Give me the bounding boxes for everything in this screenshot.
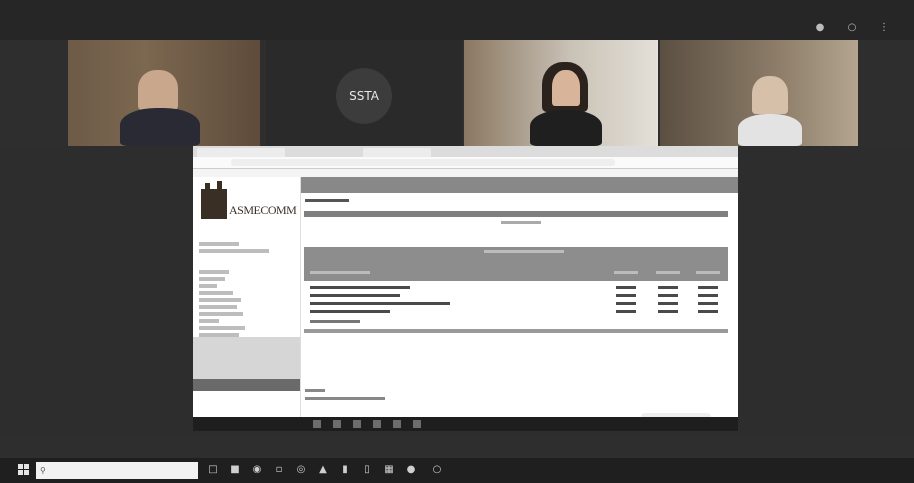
- taskbar-app-icon[interactable]: [313, 420, 321, 428]
- powerpoint-icon[interactable]: ▮: [338, 463, 352, 477]
- windows-taskbar: ⚲ □ ■ ◉ ▫ ◎ ▲ ▮ ▯ ▦ ● ○: [0, 458, 914, 483]
- info-caption: [501, 221, 541, 224]
- column-header: [656, 271, 680, 274]
- folder-icon[interactable]: ▫: [272, 463, 286, 477]
- table-title: [484, 250, 564, 253]
- participant-tile-1[interactable]: [68, 40, 260, 146]
- shared-browser-window[interactable]: ASMECOMM: [193, 146, 738, 431]
- browser-toolbar: [193, 157, 738, 169]
- site-logo: ASMECOMM: [201, 181, 297, 225]
- participant-tile-2[interactable]: SSTA: [266, 40, 462, 146]
- browser-tab[interactable]: [197, 148, 285, 157]
- table-separator: [304, 329, 728, 333]
- taskbar-app-icon[interactable]: [353, 420, 361, 428]
- browser-tab[interactable]: [363, 148, 431, 157]
- excel-icon[interactable]: ▦: [382, 463, 396, 477]
- task-view-icon[interactable]: □: [206, 463, 220, 477]
- sidebar-footer-bar: [193, 379, 300, 391]
- column-header: [614, 271, 638, 274]
- building-logo-icon: [201, 181, 227, 219]
- table-footer-note: [304, 319, 728, 325]
- people-icon[interactable]: ●: [812, 22, 828, 34]
- chrome-icon[interactable]: ◎: [294, 463, 308, 477]
- table-header: [304, 247, 728, 281]
- more-icon[interactable]: ⋮: [876, 22, 892, 34]
- taskbar-app-icon[interactable]: [413, 420, 421, 428]
- word-icon[interactable]: ▯: [360, 463, 374, 477]
- participant-body: [738, 114, 802, 146]
- meeting-header: ● ○ ⋮: [0, 0, 914, 40]
- app-icon[interactable]: ●: [404, 463, 418, 477]
- main-header-bar: [301, 177, 738, 193]
- search-input[interactable]: ⚲: [36, 462, 198, 479]
- table-row[interactable]: [304, 285, 728, 291]
- store-icon[interactable]: ▲: [316, 463, 330, 477]
- taskbar-app-icon[interactable]: [333, 420, 341, 428]
- site-sidebar: ASMECOMM: [193, 177, 301, 417]
- shared-taskbar: [193, 417, 738, 431]
- participant-body: [530, 110, 602, 146]
- edge-icon[interactable]: ◉: [250, 463, 264, 477]
- bookmarks-bar: [193, 169, 738, 177]
- table-row[interactable]: [304, 309, 728, 315]
- info-bar: [304, 211, 728, 217]
- taskbar-app-icon[interactable]: [393, 420, 401, 428]
- participant-face: [552, 70, 580, 106]
- chat-message: [305, 397, 385, 400]
- column-header: [696, 271, 720, 274]
- participant-avatar: SSTA: [336, 68, 392, 124]
- chat-author: [305, 389, 325, 392]
- windows-start-icon[interactable]: [18, 464, 30, 476]
- site-main: [301, 177, 738, 421]
- participant-tile-3[interactable]: [464, 40, 658, 146]
- sidebar-panel: [193, 337, 300, 379]
- table-row[interactable]: [304, 301, 728, 307]
- app-icon[interactable]: ○: [430, 463, 444, 477]
- chat-icon[interactable]: ○: [844, 22, 860, 34]
- file-explorer-icon[interactable]: ■: [228, 463, 242, 477]
- participant-face: [138, 70, 178, 110]
- address-bar[interactable]: [231, 159, 615, 166]
- participant-face: [752, 76, 788, 114]
- section-title: [305, 199, 349, 202]
- browser-tabs: [193, 146, 738, 157]
- site-logo-text: ASMECOMM: [229, 203, 297, 217]
- column-header: [310, 271, 370, 274]
- search-icon: ⚲: [40, 466, 46, 475]
- sidebar-user-info: [199, 239, 295, 256]
- table-row[interactable]: [304, 293, 728, 299]
- participant-body: [120, 108, 200, 146]
- participant-tile-4[interactable]: [660, 40, 858, 146]
- taskbar-app-icon[interactable]: [373, 420, 381, 428]
